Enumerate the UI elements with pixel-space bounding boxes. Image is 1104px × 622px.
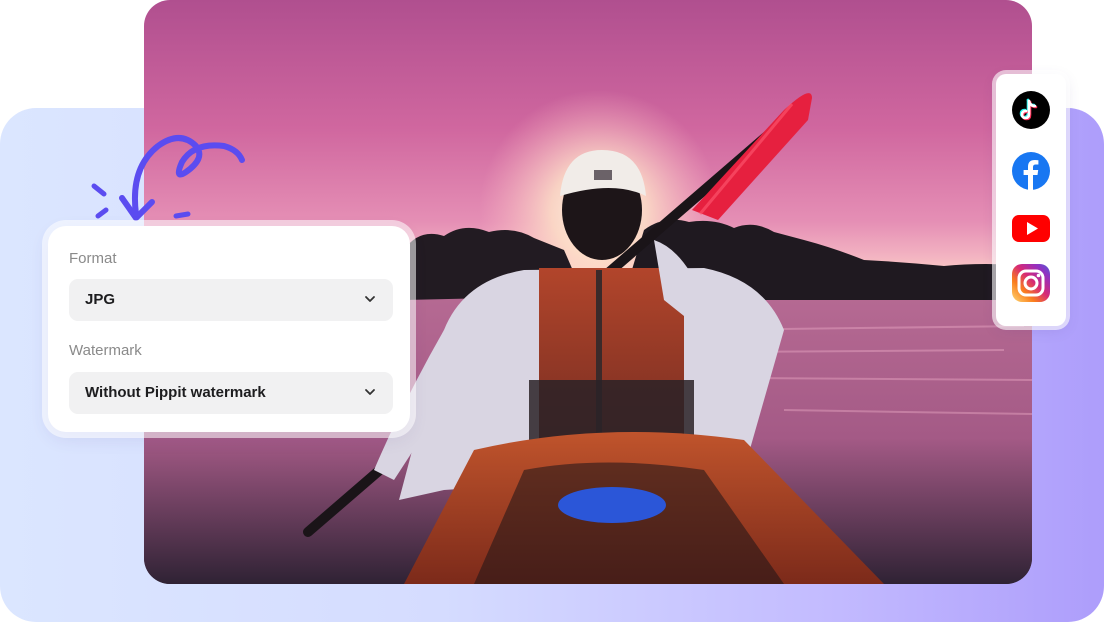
watermark-value: Without Pippit watermark [85,384,266,401]
facebook-icon [1012,152,1050,190]
format-value: JPG [85,291,116,308]
tiktok-button[interactable] [1011,90,1051,130]
watermark-select[interactable]: Without Pippit watermark [69,372,393,414]
watermark-label: Watermark [69,342,142,359]
export-settings-panel: Format JPG Watermark Without Pippit wate… [48,226,410,432]
facebook-button[interactable] [1011,151,1051,191]
instagram-icon [1012,264,1050,302]
instagram-button[interactable] [1011,263,1051,303]
format-label: Format [69,250,117,267]
youtube-button[interactable] [1011,208,1051,248]
tiktok-icon [1012,91,1050,129]
youtube-icon [1012,215,1050,242]
format-select[interactable]: JPG [69,279,393,321]
social-share-bar [996,74,1066,326]
chevron-down-icon [365,389,375,395]
chevron-down-icon [365,296,375,302]
